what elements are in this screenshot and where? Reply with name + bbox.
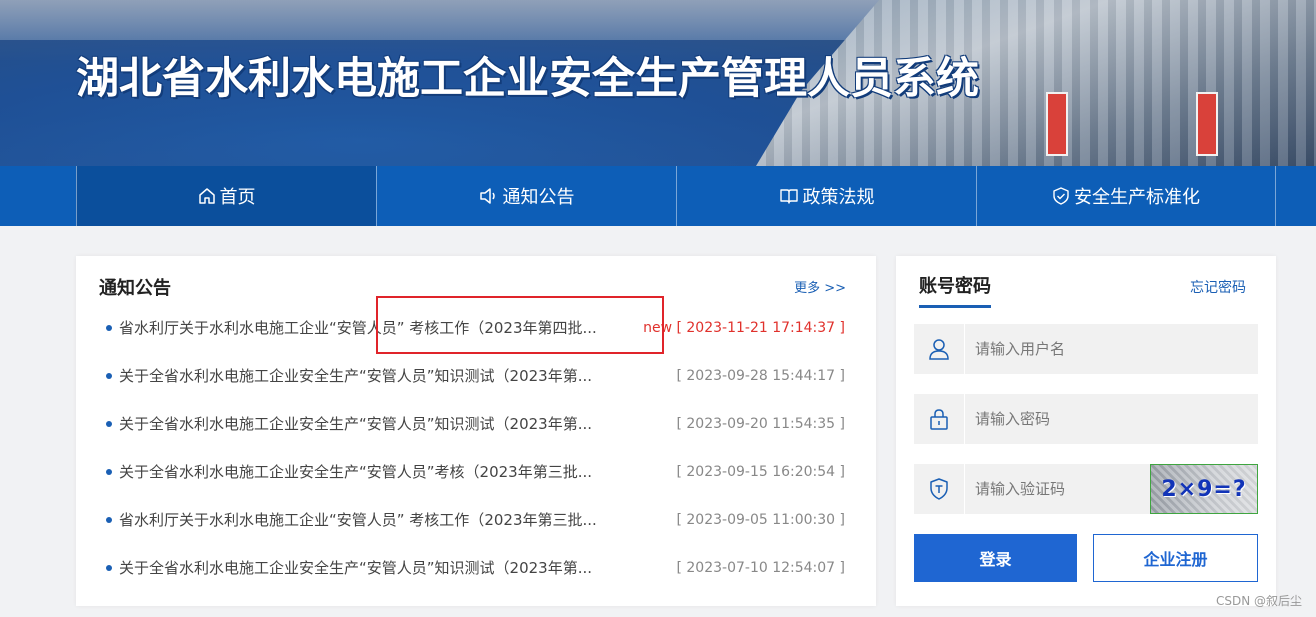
password-field: [914, 393, 1258, 445]
notice-item-title[interactable]: 关于全省水利水电施工企业安全生产“安管人员”知识测试（2023年第...: [119, 544, 619, 592]
username-input[interactable]: [965, 323, 1247, 375]
book-icon: [779, 187, 799, 205]
captcha-field: [914, 463, 1150, 515]
notice-item-title[interactable]: 关于全省水利水电施工企业安全生产“安管人员”考核（2023年第三批...: [119, 448, 619, 496]
notice-item-date: [ 2023-09-15 16:20:54 ]: [676, 464, 845, 480]
register-button[interactable]: 企业注册: [1093, 534, 1258, 582]
notice-item-title[interactable]: 省水利厅关于水利水电施工企业“安管人员” 考核工作（2023年第三批...: [119, 496, 619, 544]
notice-item-date: [ 2023-09-05 11:00:30 ]: [676, 512, 845, 528]
notice-panel-title: 通知公告: [99, 278, 171, 299]
bullet-icon: [106, 517, 112, 523]
user-icon: [914, 324, 965, 374]
notice-item[interactable]: 关于全省水利水电施工企业安全生产“安管人员”知识测试（2023年第... [ 2…: [76, 400, 876, 448]
login-panel: 账号密码 忘记密码 2×9=? 登录 企业注册: [896, 256, 1276, 606]
banner-tower: [1046, 92, 1068, 156]
nav-item-standard[interactable]: 安全生产标准化: [976, 166, 1276, 226]
forgot-password-link[interactable]: 忘记密码: [1190, 277, 1246, 297]
login-button[interactable]: 登录: [914, 534, 1077, 582]
notice-item[interactable]: 关于全省水利水电施工企业安全生产“安管人员”考核（2023年第三批... [ 2…: [76, 448, 876, 496]
notice-item-date: [ 2023-07-10 12:54:07 ]: [676, 560, 845, 576]
shield-t-icon: [914, 464, 965, 514]
nav-item-label: 首页: [219, 187, 256, 208]
notice-item-date: [ 2023-09-20 11:54:35 ]: [676, 416, 845, 432]
notice-item-date: [ 2023-09-28 15:44:17 ]: [676, 368, 845, 384]
shield-check-icon: [1052, 187, 1070, 205]
home-icon: [198, 187, 216, 205]
nav-item-label: 通知公告: [502, 187, 575, 208]
tab-account-password[interactable]: 账号密码: [919, 272, 991, 308]
nav-item-label: 安全生产标准化: [1074, 187, 1200, 208]
site-title: 湖北省水利水电施工企业安全生产管理人员系统: [76, 54, 979, 104]
bullet-icon: [106, 421, 112, 427]
notice-item[interactable]: 关于全省水利水电施工企业安全生产“安管人员”知识测试（2023年第... [ 2…: [76, 544, 876, 592]
main-nav: 首页 通知公告 政策法规 安全生产标准化: [0, 166, 1316, 226]
bullet-icon: [106, 325, 112, 331]
notice-item-date: new [ 2023-11-21 17:14:37 ]: [643, 320, 845, 336]
nav-inner: 首页 通知公告 政策法规 安全生产标准化: [76, 166, 1276, 226]
notice-item[interactable]: 省水利厅关于水利水电施工企业“安管人员” 考核工作（2023年第三批... [ …: [76, 496, 876, 544]
notice-panel: 通知公告 更多 >> 省水利厅关于水利水电施工企业“安管人员” 考核工作（202…: [76, 256, 876, 606]
banner-tower: [1196, 92, 1218, 156]
captcha-image[interactable]: 2×9=?: [1150, 464, 1258, 514]
username-field: [914, 323, 1258, 375]
speaker-icon: [479, 187, 499, 205]
nav-item-home[interactable]: 首页: [76, 166, 376, 226]
notice-item-title[interactable]: 关于全省水利水电施工企业安全生产“安管人员”知识测试（2023年第...: [119, 352, 619, 400]
annotation-highlight-box: [376, 296, 664, 354]
notice-item-title[interactable]: 关于全省水利水电施工企业安全生产“安管人员”知识测试（2023年第...: [119, 400, 619, 448]
notice-item[interactable]: 关于全省水利水电施工企业安全生产“安管人员”知识测试（2023年第... [ 2…: [76, 352, 876, 400]
bullet-icon: [106, 469, 112, 475]
watermark: CSDN @叙后尘: [1215, 594, 1302, 608]
nav-item-policy[interactable]: 政策法规: [676, 166, 976, 226]
more-link[interactable]: 更多 >>: [794, 277, 846, 296]
captcha-input[interactable]: [965, 463, 1147, 515]
bullet-icon: [106, 565, 112, 571]
bullet-icon: [106, 373, 112, 379]
nav-item-label: 政策法规: [802, 187, 875, 208]
header-banner: 湖北省水利水电施工企业安全生产管理人员系统: [0, 0, 1316, 166]
lock-icon: [914, 394, 965, 444]
nav-item-notice[interactable]: 通知公告: [376, 166, 676, 226]
password-input[interactable]: [965, 393, 1247, 445]
